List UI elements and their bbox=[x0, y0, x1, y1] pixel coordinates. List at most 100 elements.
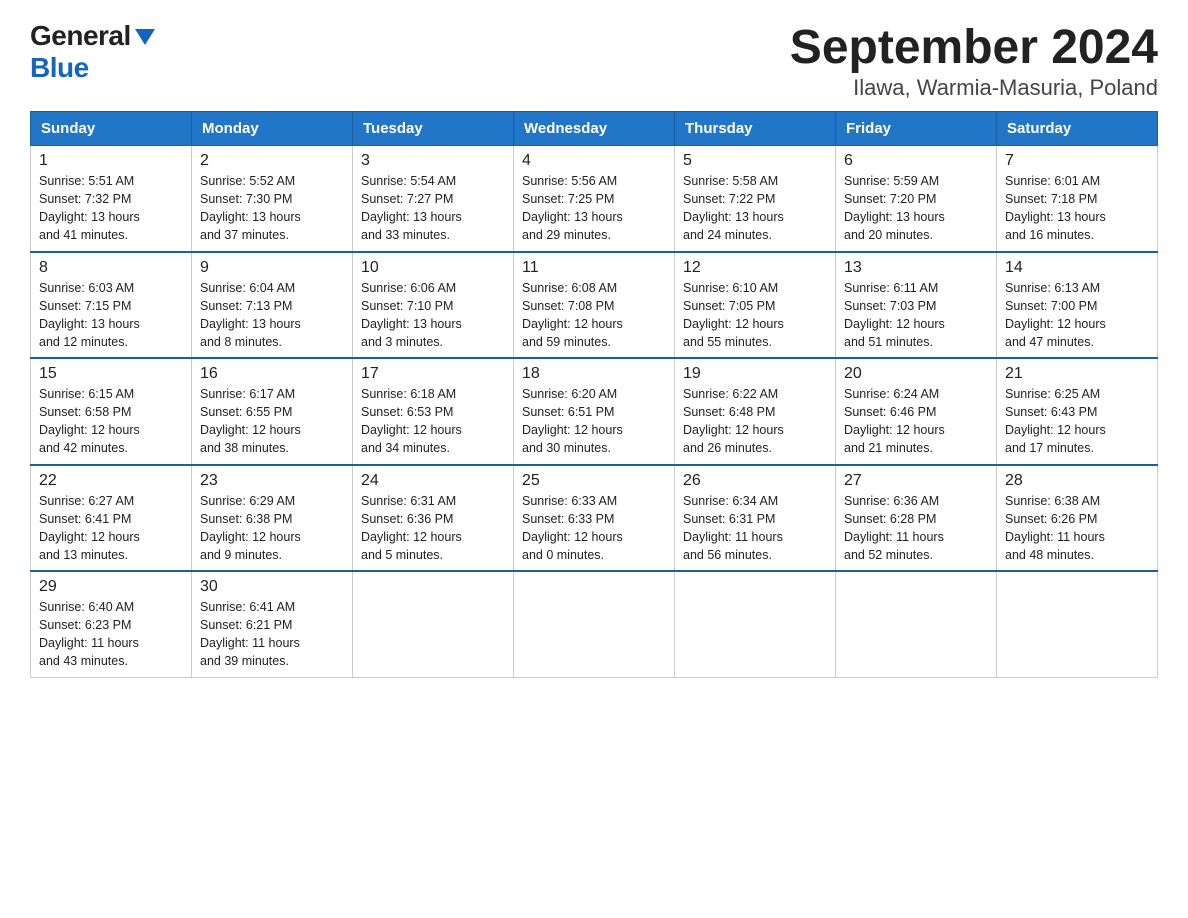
day-number: 10 bbox=[361, 259, 505, 277]
header: General Blue September 2024 Ilawa, Warmi… bbox=[30, 20, 1158, 101]
column-header-monday: Monday bbox=[192, 112, 353, 146]
day-number: 22 bbox=[39, 472, 183, 490]
day-info: Sunrise: 6:04 AMSunset: 7:13 PMDaylight:… bbox=[200, 281, 301, 349]
page-title: September 2024 bbox=[790, 20, 1158, 75]
day-info: Sunrise: 6:06 AMSunset: 7:10 PMDaylight:… bbox=[361, 281, 462, 349]
day-number: 19 bbox=[683, 365, 827, 383]
calendar-cell: 6 Sunrise: 5:59 AMSunset: 7:20 PMDaylight… bbox=[836, 146, 997, 252]
calendar-cell: 21 Sunrise: 6:25 AMSunset: 6:43 PMDayligh… bbox=[997, 358, 1158, 465]
day-number: 20 bbox=[844, 365, 988, 383]
day-number: 18 bbox=[522, 365, 666, 383]
column-header-thursday: Thursday bbox=[675, 112, 836, 146]
calendar-cell bbox=[997, 571, 1158, 677]
day-info: Sunrise: 6:17 AMSunset: 6:55 PMDaylight:… bbox=[200, 387, 301, 455]
calendar-week-row: 22 Sunrise: 6:27 AMSunset: 6:41 PMDayligh… bbox=[31, 465, 1158, 572]
day-info: Sunrise: 6:25 AMSunset: 6:43 PMDaylight:… bbox=[1005, 387, 1106, 455]
calendar-cell: 1 Sunrise: 5:51 AMSunset: 7:32 PMDaylight… bbox=[31, 146, 192, 252]
day-info: Sunrise: 5:51 AMSunset: 7:32 PMDaylight:… bbox=[39, 174, 140, 242]
calendar-cell: 8 Sunrise: 6:03 AMSunset: 7:15 PMDaylight… bbox=[31, 252, 192, 359]
calendar-cell: 11 Sunrise: 6:08 AMSunset: 7:08 PMDayligh… bbox=[514, 252, 675, 359]
day-number: 11 bbox=[522, 259, 666, 277]
day-info: Sunrise: 6:24 AMSunset: 6:46 PMDaylight:… bbox=[844, 387, 945, 455]
day-info: Sunrise: 6:41 AMSunset: 6:21 PMDaylight:… bbox=[200, 600, 300, 668]
column-header-wednesday: Wednesday bbox=[514, 112, 675, 146]
column-header-friday: Friday bbox=[836, 112, 997, 146]
day-number: 3 bbox=[361, 152, 505, 170]
column-header-sunday: Sunday bbox=[31, 112, 192, 146]
day-number: 25 bbox=[522, 472, 666, 490]
day-info: Sunrise: 6:20 AMSunset: 6:51 PMDaylight:… bbox=[522, 387, 623, 455]
calendar-cell: 15 Sunrise: 6:15 AMSunset: 6:58 PMDayligh… bbox=[31, 358, 192, 465]
day-info: Sunrise: 6:27 AMSunset: 6:41 PMDaylight:… bbox=[39, 494, 140, 562]
day-number: 5 bbox=[683, 152, 827, 170]
calendar-cell: 7Sunrise: 6:01 AMSunset: 7:18 PMDaylight… bbox=[997, 146, 1158, 252]
calendar-cell bbox=[675, 571, 836, 677]
calendar-week-row: 29 Sunrise: 6:40 AMSunset: 6:23 PMDayligh… bbox=[31, 571, 1158, 677]
calendar-week-row: 8 Sunrise: 6:03 AMSunset: 7:15 PMDaylight… bbox=[31, 252, 1158, 359]
day-number: 15 bbox=[39, 365, 183, 383]
calendar-cell: 18 Sunrise: 6:20 AMSunset: 6:51 PMDayligh… bbox=[514, 358, 675, 465]
day-number: 8 bbox=[39, 259, 183, 277]
calendar-cell: 14Sunrise: 6:13 AMSunset: 7:00 PMDayligh… bbox=[997, 252, 1158, 359]
logo-blue: Blue bbox=[30, 52, 89, 84]
day-number: 17 bbox=[361, 365, 505, 383]
calendar-cell: 13 Sunrise: 6:11 AMSunset: 7:03 PMDayligh… bbox=[836, 252, 997, 359]
day-number: 29 bbox=[39, 578, 183, 596]
calendar-cell bbox=[514, 571, 675, 677]
calendar-cell: 22 Sunrise: 6:27 AMSunset: 6:41 PMDayligh… bbox=[31, 465, 192, 572]
calendar-cell: 28 Sunrise: 6:38 AMSunset: 6:26 PMDayligh… bbox=[997, 465, 1158, 572]
day-info: Sunrise: 6:33 AMSunset: 6:33 PMDaylight:… bbox=[522, 494, 623, 562]
calendar-cell: 17Sunrise: 6:18 AMSunset: 6:53 PMDayligh… bbox=[353, 358, 514, 465]
day-number: 21 bbox=[1005, 365, 1149, 383]
day-number: 6 bbox=[844, 152, 988, 170]
day-number: 13 bbox=[844, 259, 988, 277]
calendar-cell: 10 Sunrise: 6:06 AMSunset: 7:10 PMDayligh… bbox=[353, 252, 514, 359]
day-info: Sunrise: 6:13 AMSunset: 7:00 PMDaylight:… bbox=[1005, 281, 1106, 349]
page-subtitle: Ilawa, Warmia-Masuria, Poland bbox=[790, 75, 1158, 101]
day-info: Sunrise: 6:40 AMSunset: 6:23 PMDaylight:… bbox=[39, 600, 139, 668]
day-info: Sunrise: 6:10 AMSunset: 7:05 PMDaylight:… bbox=[683, 281, 784, 349]
calendar-cell: 24Sunrise: 6:31 AMSunset: 6:36 PMDayligh… bbox=[353, 465, 514, 572]
calendar-cell: 9 Sunrise: 6:04 AMSunset: 7:13 PMDaylight… bbox=[192, 252, 353, 359]
day-info: Sunrise: 5:58 AMSunset: 7:22 PMDaylight:… bbox=[683, 174, 784, 242]
day-number: 12 bbox=[683, 259, 827, 277]
title-block: September 2024 Ilawa, Warmia-Masuria, Po… bbox=[790, 20, 1158, 101]
day-info: Sunrise: 6:08 AMSunset: 7:08 PMDaylight:… bbox=[522, 281, 623, 349]
day-number: 1 bbox=[39, 152, 183, 170]
day-info: Sunrise: 6:15 AMSunset: 6:58 PMDaylight:… bbox=[39, 387, 140, 455]
day-info: Sunrise: 6:22 AMSunset: 6:48 PMDaylight:… bbox=[683, 387, 784, 455]
calendar-cell: 3Sunrise: 5:54 AMSunset: 7:27 PMDaylight… bbox=[353, 146, 514, 252]
day-number: 24 bbox=[361, 472, 505, 490]
calendar-cell: 27 Sunrise: 6:36 AMSunset: 6:28 PMDayligh… bbox=[836, 465, 997, 572]
column-header-saturday: Saturday bbox=[997, 112, 1158, 146]
day-info: Sunrise: 5:56 AMSunset: 7:25 PMDaylight:… bbox=[522, 174, 623, 242]
day-info: Sunrise: 6:36 AMSunset: 6:28 PMDaylight:… bbox=[844, 494, 944, 562]
calendar-cell: 12 Sunrise: 6:10 AMSunset: 7:05 PMDayligh… bbox=[675, 252, 836, 359]
day-info: Sunrise: 6:11 AMSunset: 7:03 PMDaylight:… bbox=[844, 281, 945, 349]
logo-triangle-icon bbox=[135, 29, 155, 45]
day-number: 4 bbox=[522, 152, 666, 170]
day-number: 27 bbox=[844, 472, 988, 490]
calendar-cell: 4 Sunrise: 5:56 AMSunset: 7:25 PMDaylight… bbox=[514, 146, 675, 252]
day-number: 2 bbox=[200, 152, 344, 170]
logo: General Blue bbox=[30, 20, 155, 84]
calendar-table: SundayMondayTuesdayWednesdayThursdayFrid… bbox=[30, 111, 1158, 678]
calendar-cell bbox=[836, 571, 997, 677]
day-number: 28 bbox=[1005, 472, 1149, 490]
calendar-week-row: 15 Sunrise: 6:15 AMSunset: 6:58 PMDayligh… bbox=[31, 358, 1158, 465]
day-info: Sunrise: 5:59 AMSunset: 7:20 PMDaylight:… bbox=[844, 174, 945, 242]
calendar-cell: 23Sunrise: 6:29 AMSunset: 6:38 PMDayligh… bbox=[192, 465, 353, 572]
calendar-cell: 2Sunrise: 5:52 AMSunset: 7:30 PMDaylight… bbox=[192, 146, 353, 252]
day-number: 9 bbox=[200, 259, 344, 277]
day-number: 16 bbox=[200, 365, 344, 383]
day-number: 7 bbox=[1005, 152, 1149, 170]
day-info: Sunrise: 6:38 AMSunset: 6:26 PMDaylight:… bbox=[1005, 494, 1105, 562]
day-number: 23 bbox=[200, 472, 344, 490]
calendar-week-row: 1 Sunrise: 5:51 AMSunset: 7:32 PMDaylight… bbox=[31, 146, 1158, 252]
day-info: Sunrise: 6:03 AMSunset: 7:15 PMDaylight:… bbox=[39, 281, 140, 349]
calendar-cell: 20 Sunrise: 6:24 AMSunset: 6:46 PMDayligh… bbox=[836, 358, 997, 465]
calendar-cell: 19 Sunrise: 6:22 AMSunset: 6:48 PMDayligh… bbox=[675, 358, 836, 465]
calendar-header-row: SundayMondayTuesdayWednesdayThursdayFrid… bbox=[31, 112, 1158, 146]
calendar-cell bbox=[353, 571, 514, 677]
calendar-cell: 30Sunrise: 6:41 AMSunset: 6:21 PMDayligh… bbox=[192, 571, 353, 677]
